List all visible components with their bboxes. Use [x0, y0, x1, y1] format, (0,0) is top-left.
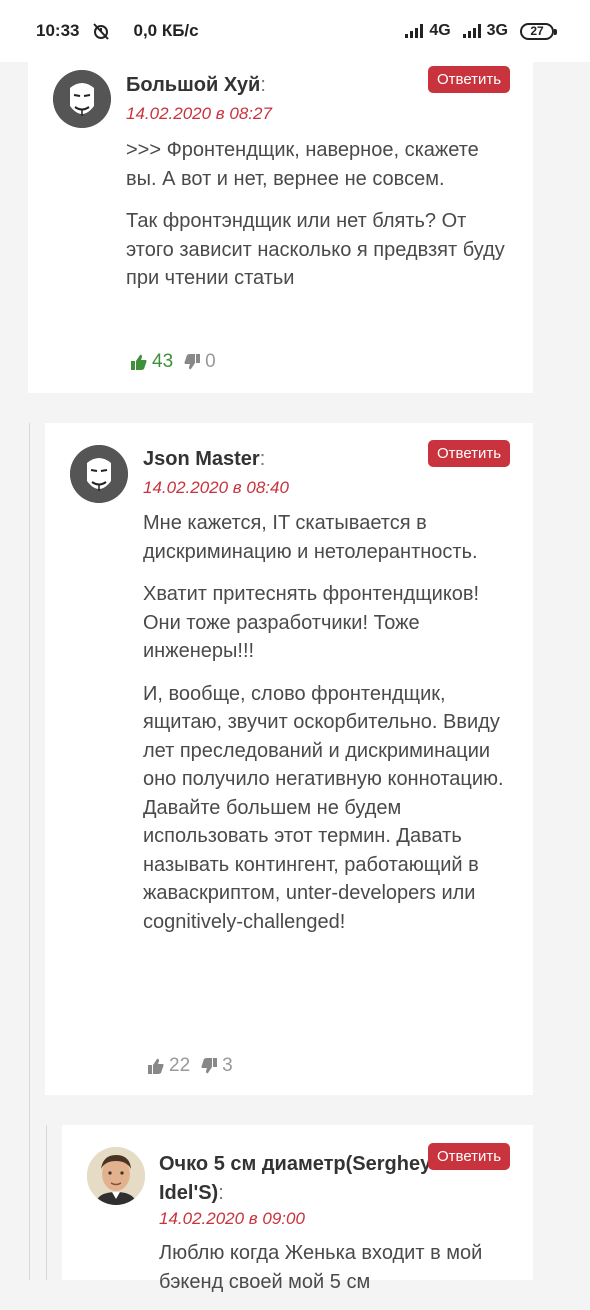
comment-body: >>> Фронтендщик, наверное, скажете вы. А… — [126, 136, 511, 307]
comment-date[interactable]: 14.02.2020 в 08:27 — [126, 104, 272, 124]
user-photo-icon — [87, 1147, 145, 1205]
thumbs-up-icon — [148, 1058, 164, 1074]
thread-line — [29, 423, 30, 1280]
thumbs-down-icon — [201, 1058, 218, 1074]
dislike-button[interactable]: 3 — [200, 1055, 233, 1077]
comment-card: Очко 5 см диаметр(Serghey Idel'S): 14.02… — [62, 1125, 533, 1293]
comment-paragraph: >>> Фронтендщик, наверное, скажете вы. А… — [126, 139, 479, 190]
status-time: 10:33 — [36, 21, 80, 40]
likes-count: 22 — [169, 1055, 191, 1076]
comment-author[interactable]: Json Master: — [143, 448, 403, 471]
likes-count: 43 — [152, 351, 174, 372]
thread-line — [46, 1125, 47, 1280]
comment-body: Мне кажется, IT скатывается в дискримина… — [143, 509, 513, 950]
comment-author[interactable]: Большой Хуй: — [126, 74, 386, 97]
status-bar: 10:33 0,0 КБ/с 4G 3G 27 — [0, 0, 590, 62]
dislike-button[interactable]: 0 — [183, 351, 216, 373]
anonymous-mask-icon — [53, 70, 111, 128]
thumbs-up-icon — [131, 354, 147, 370]
dislikes-count: 3 — [222, 1055, 233, 1076]
signal-icon — [462, 24, 481, 38]
comment-paragraph: Люблю когда Женька входит в мой бэкенд с… — [159, 1242, 483, 1293]
vote-counter: 43 0 — [130, 351, 216, 373]
battery-icon: 27 — [520, 22, 557, 40]
network-type-1: 4G — [429, 22, 451, 39]
comment-date[interactable]: 14.02.2020 в 09:00 — [159, 1209, 305, 1229]
vote-counter: 22 3 — [147, 1055, 233, 1077]
comment-card: Большой Хуй: 14.02.2020 в 08:27 Ответить… — [28, 62, 533, 393]
avatar[interactable] — [87, 1147, 145, 1205]
network-type-2: 3G — [486, 22, 508, 39]
reply-button[interactable]: Ответить — [428, 440, 511, 467]
dislikes-count: 0 — [205, 351, 216, 372]
comment-body: Люблю когда Женька входит в мой бэкенд с… — [159, 1239, 514, 1310]
avatar[interactable] — [53, 70, 111, 128]
comment-author[interactable]: Очко 5 см диаметр(Serghey Idel'S): — [159, 1150, 459, 1208]
like-button[interactable]: 43 — [130, 351, 173, 373]
thumbs-down-icon — [184, 354, 201, 370]
avatar[interactable] — [70, 445, 128, 503]
comment-paragraph: И, вообще, слово фронтендщик, ящитаю, зв… — [143, 682, 504, 933]
comment-card: Json Master: 14.02.2020 в 08:40 Ответить… — [45, 423, 533, 1095]
comment-date[interactable]: 14.02.2020 в 08:40 — [143, 478, 289, 498]
like-button[interactable]: 22 — [147, 1055, 190, 1077]
comment-paragraph: Так фронтэндщик или нет блять? От этого … — [126, 210, 505, 289]
anonymous-mask-icon — [70, 445, 128, 503]
reply-button[interactable]: Ответить — [428, 1143, 511, 1170]
alarm-off-icon — [91, 21, 111, 41]
reply-button[interactable]: Ответить — [428, 66, 511, 93]
network-speed: 0,0 КБ/с — [133, 21, 199, 40]
comment-paragraph: Хватит притеснять фронтендщиков! Они тож… — [143, 583, 480, 662]
comment-paragraph: Мне кажется, IT скатывается в дискримина… — [143, 512, 478, 563]
signal-icon — [405, 24, 424, 38]
